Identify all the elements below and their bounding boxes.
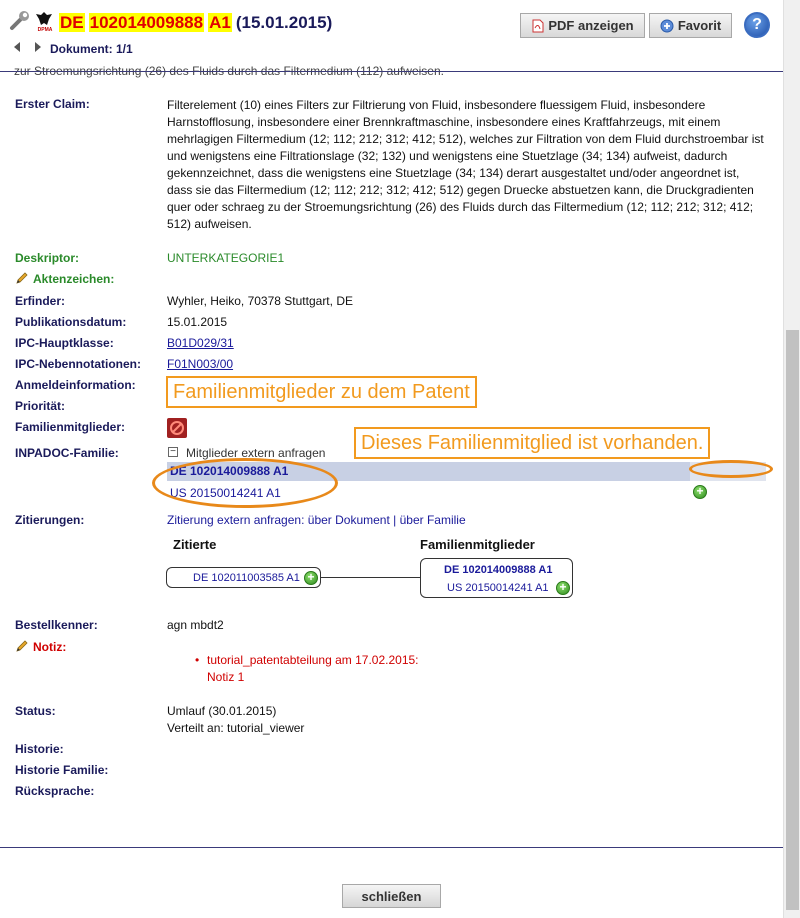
scrollbar-thumb[interactable] xyxy=(786,330,799,910)
collapse-toggle[interactable]: − xyxy=(168,447,178,457)
favorit-button[interactable]: Favorit xyxy=(649,13,732,38)
zitierung-prefix: Zitierung extern anfragen: xyxy=(167,513,305,527)
next-arrow-icon[interactable] xyxy=(35,42,41,52)
pdf-button-label: PDF anzeigen xyxy=(548,18,634,33)
ipc-main-label: IPC-Hauptklasse: xyxy=(15,336,114,350)
help-button[interactable]: ? xyxy=(744,12,770,38)
family-doc-1[interactable]: DE 102014009888 A1 xyxy=(444,564,552,576)
wrench-icon[interactable] xyxy=(9,9,31,31)
cited-doc-box[interactable]: DE 102011003585 A1 + xyxy=(166,567,321,588)
add-member-icon[interactable]: + xyxy=(693,485,707,499)
ruecksprache-label: Rücksprache: xyxy=(15,784,95,798)
erfinder-label: Erfinder: xyxy=(15,294,66,308)
bestellkenner-label: Bestellkenner: xyxy=(15,618,98,632)
aktenzeichen-label[interactable]: Aktenzeichen: xyxy=(15,271,114,286)
family-graph-icon[interactable] xyxy=(167,418,187,438)
historie-familie-label: Historie Familie: xyxy=(15,763,109,777)
inpadoc-label: INPADOC-Familie: xyxy=(15,446,119,460)
notiz-label[interactable]: Notiz: xyxy=(15,639,66,654)
vertical-scrollbar[interactable] xyxy=(783,0,800,918)
erfinder-value: Wyhler, Heiko, 70378 Stuttgart, DE xyxy=(167,294,353,308)
annotation-ellipse-family xyxy=(152,458,338,508)
ipc-main-link[interactable]: B01D029/31 xyxy=(167,336,234,350)
dpma-caption: DPMA xyxy=(37,27,53,33)
bullet-icon: • xyxy=(195,653,200,667)
doc-prefix: DE xyxy=(59,13,85,32)
header: DPMA DE 102014009888 A1 (15.01.2015) Dokume… xyxy=(0,0,800,78)
ipc-side-link[interactable]: F01N003/00 xyxy=(167,357,233,371)
doc-date: (15.01.2015) xyxy=(235,13,333,32)
family-heading: Familienmitglieder xyxy=(420,537,535,552)
dpma-eagle-icon: DPMA xyxy=(34,11,54,35)
anmeldeinformation-label: Anmeldeinformation: xyxy=(15,378,136,392)
claim-label: Erster Claim: xyxy=(15,97,90,111)
close-button[interactable]: schließen xyxy=(342,884,441,908)
family-doc-2[interactable]: US 20150014241 A1 xyxy=(447,582,549,594)
annotation-member-exists: Dieses Familienmitglied ist vorhanden. xyxy=(354,427,711,459)
pubdate-value: 15.01.2015 xyxy=(167,315,228,329)
add-family-doc-icon[interactable]: + xyxy=(556,581,570,595)
zitierung-family-link[interactable]: über Familie xyxy=(400,513,466,527)
notiz-line-2: Notiz 1 xyxy=(207,670,245,684)
footer-divider xyxy=(0,847,783,848)
deskriptor-label: Deskriptor: xyxy=(15,251,80,265)
header-divider xyxy=(0,71,783,72)
status-line-1: Umlauf (30.01.2015) xyxy=(167,704,277,718)
doc-number: 102014009888 xyxy=(88,13,205,32)
nav-arrows xyxy=(14,42,41,52)
pdf-icon xyxy=(532,19,544,32)
prev-arrow-icon[interactable] xyxy=(14,42,20,52)
zitierungen-label: Zitierungen: xyxy=(15,513,85,527)
pencil-icon[interactable] xyxy=(15,639,29,653)
notiz-line-1: tutorial_patentabteilung am 17.02.2015: xyxy=(207,653,419,667)
family-doc-box[interactable]: DE 102014009888 A1 US 20150014241 A1 + xyxy=(420,558,573,598)
document-counter: Dokument: 1/1 xyxy=(50,42,133,56)
notiz-text: Notiz: xyxy=(33,640,67,654)
annotation-family-members: Familienmitglieder zu dem Patent xyxy=(166,376,477,408)
cited-heading: Zitierte xyxy=(173,537,217,552)
zitierung-separator: | xyxy=(393,513,397,527)
doc-kind: A1 xyxy=(208,13,232,32)
ipc-side-label: IPC-Nebennotationen: xyxy=(15,357,141,371)
annotation-ellipse-status xyxy=(689,460,773,478)
citation-connector xyxy=(320,577,420,578)
cited-doc-link[interactable]: DE 102011003585 A1 xyxy=(193,572,300,584)
familienmitglieder-label: Familienmitglieder: xyxy=(15,420,126,434)
favorit-button-label: Favorit xyxy=(677,18,722,33)
zitierung-line: Zitierung extern anfragen: über Dokument… xyxy=(167,513,466,527)
add-favorite-icon xyxy=(660,19,674,32)
zitierung-doc-link[interactable]: über Dokument xyxy=(308,513,390,527)
status-line-2: Verteilt an: tutorial_viewer xyxy=(167,721,305,735)
status-label: Status: xyxy=(15,704,56,718)
add-cited-icon[interactable]: + xyxy=(304,571,318,585)
pubdate-label: Publikationsdatum: xyxy=(15,315,127,329)
prioritaet-label: Priorität: xyxy=(15,399,66,413)
historie-label: Historie: xyxy=(15,742,64,756)
aktenzeichen-text: Aktenzeichen: xyxy=(33,272,115,286)
claim-text: Filterelement (10) eines Filters zur Fil… xyxy=(167,98,764,231)
help-icon: ? xyxy=(752,16,762,33)
pdf-button[interactable]: PDF anzeigen xyxy=(520,13,645,38)
notiz-entry: • tutorial_patentabteilung am 17.02.2015… xyxy=(195,652,419,686)
document-title: DE 102014009888 A1 (15.01.2015) xyxy=(59,13,332,33)
bestellkenner-value: agn mbdt2 xyxy=(167,618,224,632)
pencil-icon[interactable] xyxy=(15,271,29,285)
deskriptor-value: UNTERKATEGORIE1 xyxy=(167,251,285,265)
